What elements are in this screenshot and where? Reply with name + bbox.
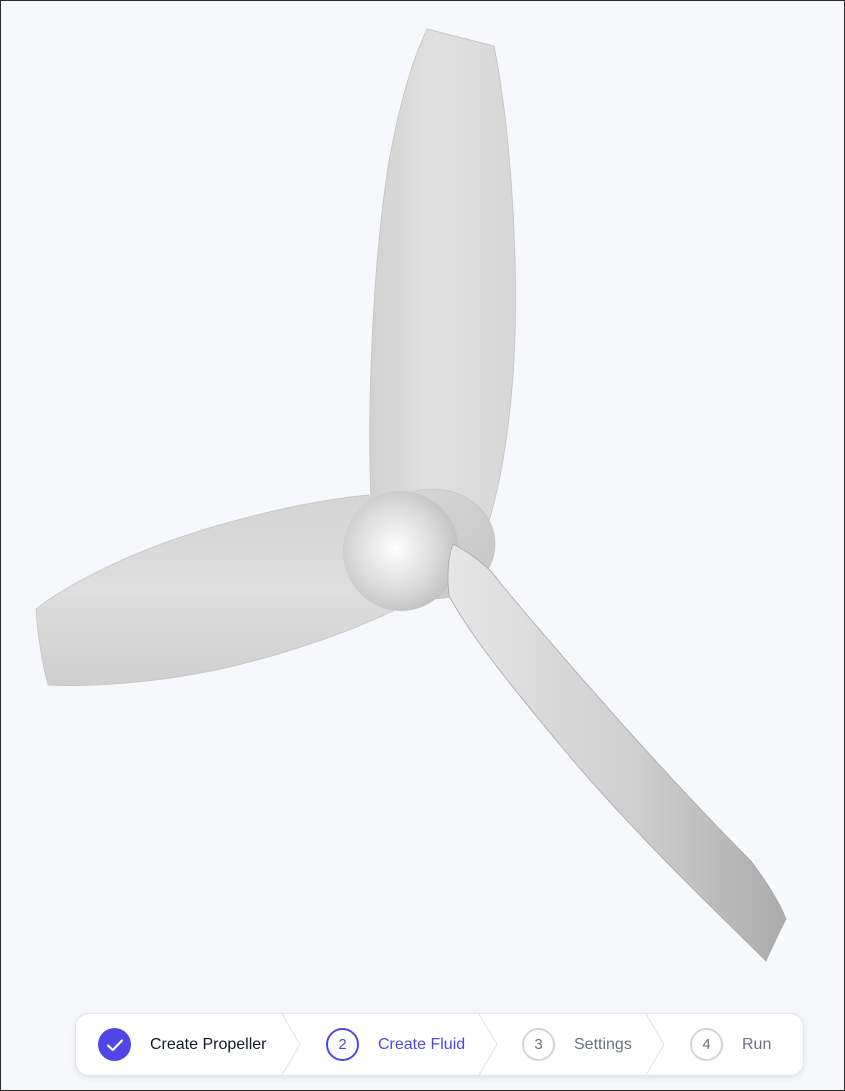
step-label: Settings — [574, 1035, 632, 1053]
check-icon — [106, 1038, 123, 1051]
step-separator-chevron — [282, 1014, 301, 1075]
app-window: Create Propeller 2 Create Fluid 3 Settin… — [0, 0, 845, 1091]
step-separator-chevron — [479, 1014, 498, 1075]
propeller-viewport[interactable] — [1, 1, 844, 1090]
propeller-blade-left — [35, 494, 394, 686]
propeller-hub — [343, 491, 459, 611]
step-label: Run — [742, 1035, 772, 1053]
wizard-stepper: Create Propeller 2 Create Fluid 3 Settin… — [75, 1013, 804, 1076]
step-label: Create Propeller — [150, 1035, 267, 1053]
step-number-badge: 4 — [690, 1028, 723, 1061]
step-completed-badge — [98, 1028, 131, 1061]
step-create-fluid[interactable]: 2 Create Fluid — [326, 1014, 465, 1075]
step-create-propeller[interactable]: Create Propeller — [98, 1014, 267, 1075]
propeller-blade-top — [369, 28, 516, 522]
step-separator-chevron — [646, 1014, 665, 1075]
step-number-badge: 3 — [522, 1028, 555, 1061]
step-number-badge: 2 — [326, 1028, 359, 1061]
propeller-blade-right — [447, 543, 787, 962]
step-run[interactable]: 4 Run — [690, 1014, 771, 1075]
step-settings[interactable]: 3 Settings — [522, 1014, 632, 1075]
step-label: Create Fluid — [378, 1035, 466, 1053]
